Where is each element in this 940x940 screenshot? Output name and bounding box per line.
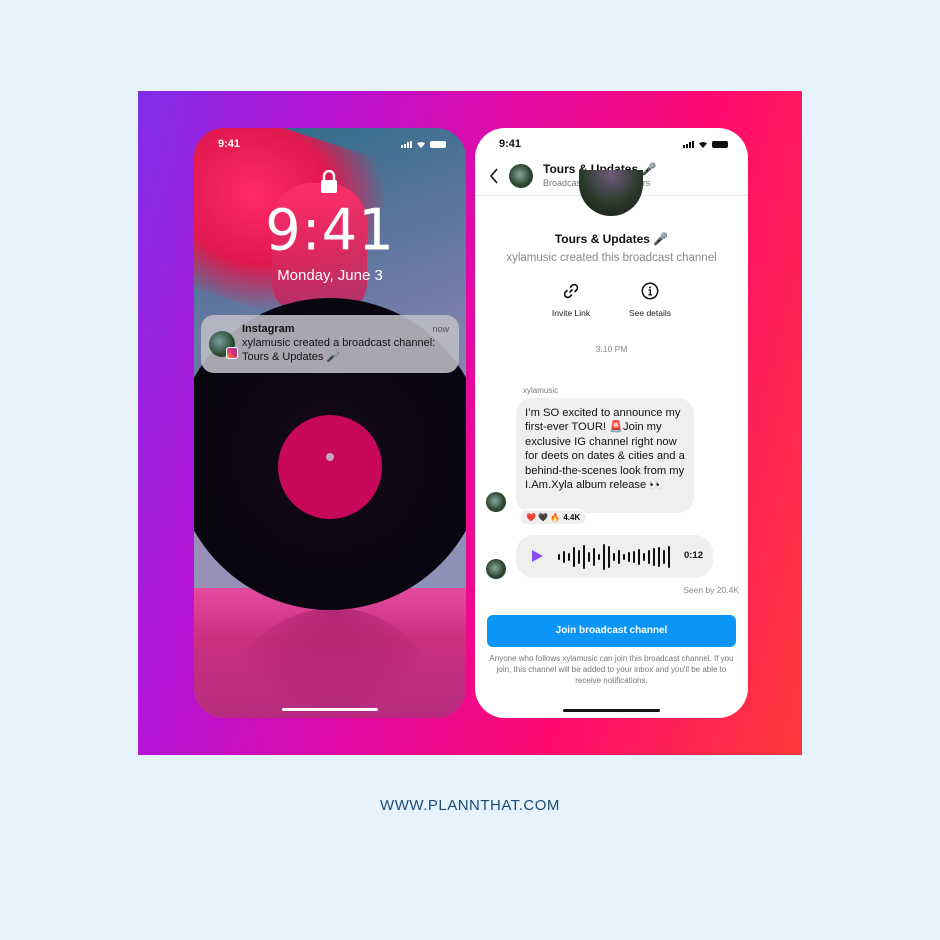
waveform-bar — [638, 548, 640, 565]
channel-name: Tours & Updates 🎤 — [554, 232, 669, 246]
waveform-bar — [623, 553, 625, 560]
see-details-label: See details — [628, 308, 672, 318]
battery-icon — [712, 141, 728, 148]
instagram-notification[interactable]: Instagram now xylamusic created a broadc… — [201, 315, 459, 373]
waveform-bar — [593, 547, 595, 566]
waveform-bar — [648, 549, 650, 564]
waveform-bar — [563, 550, 565, 563]
play-icon[interactable] — [531, 549, 544, 563]
sender-avatar[interactable] — [486, 492, 506, 512]
channel-avatar[interactable] — [509, 164, 533, 188]
vinyl-center-hole — [326, 453, 334, 461]
message-bubble[interactable]: I’m SO excited to announce my first-ever… — [516, 398, 694, 513]
voice-duration: 0:12 — [683, 550, 703, 561]
join-broadcast-channel-button[interactable]: Join broadcast channel — [487, 615, 736, 647]
audio-waveform[interactable] — [558, 543, 670, 570]
status-bar: 9:41 — [194, 128, 466, 162]
status-icons — [401, 140, 446, 148]
signal-icon — [401, 141, 412, 148]
waveform-bar — [658, 546, 660, 567]
status-time: 9:41 — [218, 138, 241, 150]
waveform-bar — [568, 552, 570, 561]
wifi-icon — [417, 141, 425, 148]
status-bar: 9:41 — [475, 128, 748, 162]
waveform-bar — [558, 553, 560, 560]
invite-link-label: Invite Link — [551, 308, 591, 318]
home-indicator[interactable] — [563, 709, 660, 712]
waveform-bar — [663, 549, 665, 564]
waveform-bar — [643, 552, 645, 561]
sender-avatar[interactable] — [486, 559, 506, 579]
reaction-count: 4.4K — [563, 512, 581, 522]
waveform-bar — [608, 545, 610, 568]
message-timestamp: 3:10 PM — [595, 344, 628, 354]
broadcast-channel-phone: 9:41 Tours & Updates 🎤 Broadcast • 6.5K … — [475, 128, 748, 718]
lock-icon — [321, 170, 337, 193]
notification-body: xylamusic created a broadcast channel: T… — [242, 337, 436, 363]
signal-icon — [683, 141, 694, 148]
lock-screen-clock: 9:41 — [265, 197, 395, 264]
waveform-bar — [628, 551, 630, 562]
waveform-bar — [588, 551, 590, 562]
waveform-bar — [598, 553, 600, 560]
message-sender: xylamusic — [523, 386, 559, 395]
voice-message[interactable]: 0:12 — [516, 535, 713, 578]
lock-screen-phone: 9:41 9:41 Monday, June 3 Instagram now x… — [194, 128, 466, 718]
waveform-bar — [618, 549, 620, 564]
status-time: 9:41 — [499, 138, 522, 150]
message-reactions[interactable]: ❤️ 🖤 🔥 4.4K — [519, 509, 588, 525]
wifi-icon — [699, 141, 707, 148]
waveform-bar — [573, 546, 575, 567]
footer-url[interactable]: WWW.PLANNTHAT.COM — [0, 797, 940, 814]
join-disclaimer: Anyone who follows xylamusic can join th… — [489, 654, 734, 686]
notification-app-name: Instagram — [242, 323, 295, 335]
see-details-button[interactable]: See details — [615, 282, 685, 318]
waveform-bar — [603, 543, 605, 570]
chevron-left-icon[interactable] — [488, 168, 500, 184]
waveform-bar — [633, 550, 635, 563]
vinyl-label — [278, 415, 382, 519]
waveform-bar — [583, 544, 585, 569]
info-icon — [641, 282, 659, 300]
status-icons — [683, 140, 728, 148]
reaction-emojis: ❤️ 🖤 🔥 — [526, 512, 561, 522]
lock-screen-date: Monday, June 3 — [277, 267, 383, 284]
invite-link-button[interactable]: Invite Link — [536, 282, 606, 318]
channel-created-text: xylamusic created this broadcast channel — [506, 252, 717, 264]
channel-profile-picture — [579, 170, 643, 216]
notification-time: now — [432, 324, 449, 334]
waveform-bar — [578, 549, 580, 564]
waveform-bar — [613, 552, 615, 561]
seen-count: Seen by 20.4K — [683, 585, 739, 595]
waveform-bar — [653, 547, 655, 566]
home-indicator[interactable] — [282, 708, 378, 711]
instagram-icon — [226, 347, 238, 359]
link-icon — [563, 283, 579, 299]
waveform-bar — [668, 545, 670, 568]
battery-icon — [430, 141, 446, 148]
